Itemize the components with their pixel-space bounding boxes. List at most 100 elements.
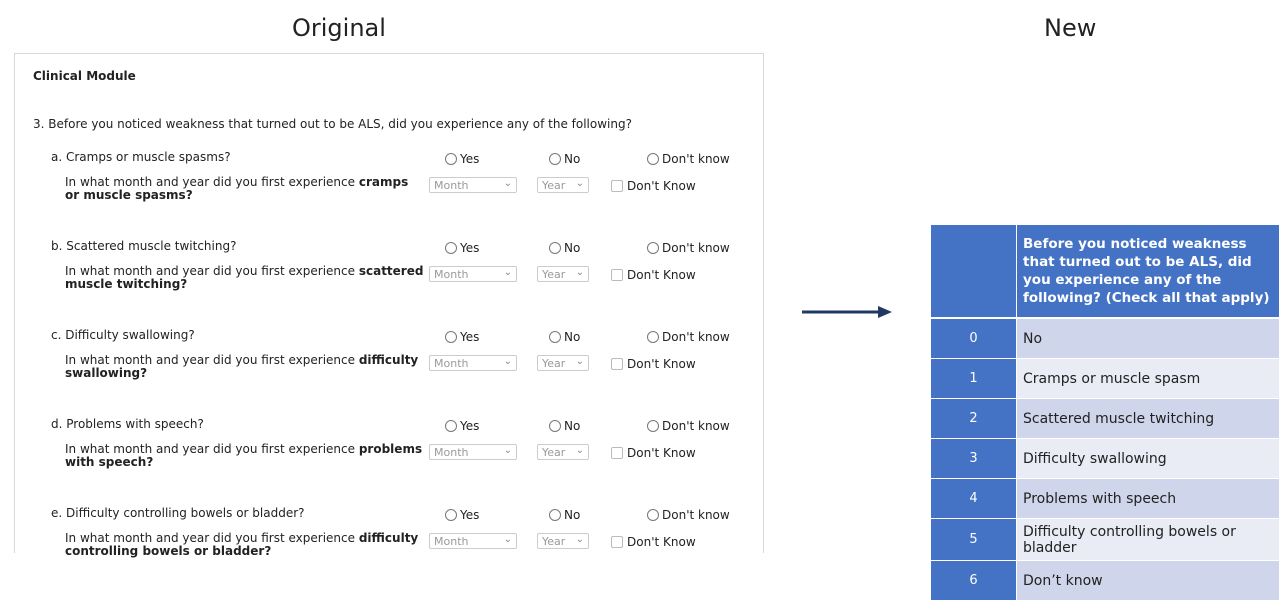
month-select[interactable]: Month ⌄ <box>429 444 517 460</box>
row-text: Difficulty swallowing <box>1016 439 1279 479</box>
item-label: c. Difficulty swallowing? <box>51 328 195 342</box>
yes-radio[interactable]: Yes <box>445 152 479 166</box>
radio-circle-icon[interactable] <box>549 242 561 254</box>
no-radio[interactable]: No <box>549 241 580 255</box>
month-select[interactable]: Month ⌄ <box>429 533 517 549</box>
row-text: Cramps or muscle spasm <box>1016 359 1279 399</box>
no-radio[interactable]: No <box>549 330 580 344</box>
no-radio[interactable]: No <box>549 508 580 522</box>
radio-circle-icon[interactable] <box>445 242 457 254</box>
dont-know-checkbox[interactable]: Don't Know <box>611 446 696 460</box>
radio-circle-icon[interactable] <box>549 153 561 165</box>
followup-question: In what month and year did you first exp… <box>65 354 425 380</box>
dont-know-radio[interactable]: Don't know <box>647 508 730 522</box>
radio-circle-icon[interactable] <box>647 509 659 521</box>
dont-know-label: Don't know <box>662 419 730 433</box>
yes-label: Yes <box>460 508 480 522</box>
dont-know-check-label: Don't Know <box>627 268 696 282</box>
question-item: b. Scattered muscle twitching? Yes No Do… <box>15 239 763 325</box>
radio-circle-icon[interactable] <box>549 420 561 432</box>
radio-circle-icon[interactable] <box>647 153 659 165</box>
row-text: Problems with speech <box>1016 479 1279 519</box>
dont-know-checkbox[interactable]: Don't Know <box>611 535 696 549</box>
chevron-down-icon: ⌄ <box>503 534 512 545</box>
chevron-down-icon: ⌄ <box>575 445 584 456</box>
checkbox-icon[interactable] <box>611 447 623 459</box>
dont-know-radio[interactable]: Don't know <box>647 152 730 166</box>
year-select[interactable]: Year ⌄ <box>537 533 589 549</box>
header-question-cell: Before you noticed weakness that turned … <box>1016 225 1279 319</box>
yes-radio[interactable]: Yes <box>445 419 479 433</box>
item-label: b. Scattered muscle twitching? <box>51 239 237 253</box>
row-code: 5 <box>931 519 1016 561</box>
year-select[interactable]: Year ⌄ <box>537 444 589 460</box>
no-radio[interactable]: No <box>549 152 580 166</box>
radio-circle-icon[interactable] <box>647 331 659 343</box>
radio-circle-icon[interactable] <box>549 331 561 343</box>
chevron-down-icon: ⌄ <box>503 445 512 456</box>
followup-question: In what month and year did you first exp… <box>65 176 425 202</box>
followup-question: In what month and year did you first exp… <box>65 532 425 558</box>
table-row: 1 Cramps or muscle spasm <box>931 359 1279 399</box>
right-arrow-icon <box>802 306 892 318</box>
yes-radio[interactable]: Yes <box>445 508 479 522</box>
checkbox-icon[interactable] <box>611 269 623 281</box>
year-select[interactable]: Year ⌄ <box>537 355 589 371</box>
month-placeholder: Month <box>434 445 469 459</box>
item-label: d. Problems with speech? <box>51 417 204 431</box>
yes-radio[interactable]: Yes <box>445 241 479 255</box>
dont-know-label: Don't know <box>662 241 730 255</box>
table-row: 2 Scattered muscle twitching <box>931 399 1279 439</box>
checkbox-icon[interactable] <box>611 536 623 548</box>
checkbox-icon[interactable] <box>611 180 623 192</box>
module-title: Clinical Module <box>33 69 136 83</box>
no-radio[interactable]: No <box>549 419 580 433</box>
no-label: No <box>564 419 581 433</box>
radio-circle-icon[interactable] <box>445 509 457 521</box>
month-placeholder: Month <box>434 356 469 370</box>
year-select[interactable]: Year ⌄ <box>537 266 589 282</box>
dont-know-label: Don't know <box>662 330 730 344</box>
question-item: e. Difficulty controlling bowels or blad… <box>15 506 763 592</box>
question-item: c. Difficulty swallowing? Yes No Don't k… <box>15 328 763 414</box>
radio-circle-icon[interactable] <box>647 420 659 432</box>
year-placeholder: Year <box>542 178 566 192</box>
chevron-down-icon: ⌄ <box>575 267 584 278</box>
no-label: No <box>564 152 581 166</box>
radio-circle-icon[interactable] <box>647 242 659 254</box>
dont-know-checkbox[interactable]: Don't Know <box>611 268 696 282</box>
dont-know-radio[interactable]: Don't know <box>647 241 730 255</box>
year-placeholder: Year <box>542 445 566 459</box>
year-select[interactable]: Year ⌄ <box>537 177 589 193</box>
dont-know-check-label: Don't Know <box>627 357 696 371</box>
followup-prefix: In what month and year did you first exp… <box>65 175 356 189</box>
month-select[interactable]: Month ⌄ <box>429 266 517 282</box>
table-row: 5 Difficulty controlling bowels or bladd… <box>931 519 1279 561</box>
dont-know-label: Don't know <box>662 152 730 166</box>
dont-know-checkbox[interactable]: Don't Know <box>611 357 696 371</box>
original-form-panel: Clinical Module 3. Before you noticed we… <box>14 53 764 558</box>
radio-circle-icon[interactable] <box>445 420 457 432</box>
chevron-down-icon: ⌄ <box>503 267 512 278</box>
month-placeholder: Month <box>434 178 469 192</box>
year-placeholder: Year <box>542 534 566 548</box>
new-question-table: Before you noticed weakness that turned … <box>931 225 1279 601</box>
table-header-row: Before you noticed weakness that turned … <box>931 225 1279 319</box>
radio-circle-icon[interactable] <box>445 153 457 165</box>
followup-question: In what month and year did you first exp… <box>65 265 425 291</box>
dont-know-radio[interactable]: Don't know <box>647 330 730 344</box>
question-item: d. Problems with speech? Yes No Don't kn… <box>15 417 763 503</box>
month-select[interactable]: Month ⌄ <box>429 177 517 193</box>
yes-radio[interactable]: Yes <box>445 330 479 344</box>
radio-circle-icon[interactable] <box>549 509 561 521</box>
dont-know-checkbox[interactable]: Don't Know <box>611 179 696 193</box>
question-text: 3. Before you noticed weakness that turn… <box>33 117 632 131</box>
original-heading: Original <box>292 14 386 42</box>
checkbox-icon[interactable] <box>611 358 623 370</box>
dont-know-radio[interactable]: Don't know <box>647 419 730 433</box>
radio-circle-icon[interactable] <box>445 331 457 343</box>
month-select[interactable]: Month ⌄ <box>429 355 517 371</box>
yes-label: Yes <box>460 419 480 433</box>
row-code: 3 <box>931 439 1016 479</box>
row-code: 0 <box>931 319 1016 359</box>
